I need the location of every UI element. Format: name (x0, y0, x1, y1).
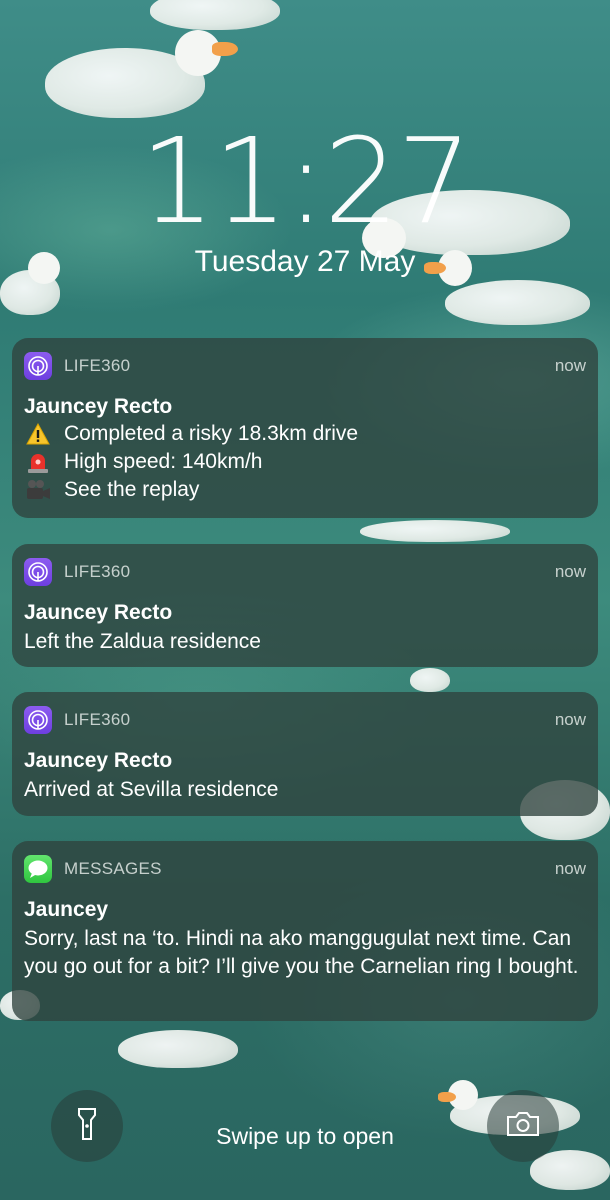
camera-button[interactable] (487, 1090, 559, 1162)
notification-line: High speed: 140km/h (24, 448, 586, 476)
messages-icon (24, 855, 52, 883)
notification-header: LIFE360 now (24, 352, 586, 380)
notification-life360-arrived-residence[interactable]: LIFE360 now Jauncey Recto Arrived at Sev… (12, 692, 598, 816)
notification-life360-risky-drive[interactable]: LIFE360 now Jauncey Recto Completed a ri… (12, 338, 598, 518)
notification-line: Completed a risky 18.3km drive (24, 420, 586, 448)
notification-time: now (554, 562, 586, 581)
life360-icon (24, 706, 52, 734)
notification-header: LIFE360 now (24, 706, 586, 734)
camera-icon (505, 1110, 541, 1143)
notification-messages-jauncey[interactable]: MESSAGES now Jauncey Sorry, last na ‘to.… (12, 841, 598, 1021)
video-camera-icon (24, 478, 52, 502)
notification-sender: Jauncey (24, 898, 109, 921)
lock-screen-date: Tuesday 27 May (194, 245, 416, 278)
notification-time: now (554, 859, 586, 878)
notification-line-text: High speed: 140km/h (64, 450, 263, 473)
notification-line-text: Completed a risky 18.3km drive (64, 422, 359, 445)
notification-header: MESSAGES now (24, 855, 586, 883)
notification-app-name: LIFE360 (64, 562, 131, 581)
notification-sender: Jauncey Recto (24, 749, 173, 772)
notification-message: Left the Zaldua residence (24, 630, 261, 653)
life360-icon (24, 352, 52, 380)
notification-time: now (554, 710, 586, 729)
notification-sender: Jauncey Recto (24, 395, 173, 418)
siren-icon (24, 450, 52, 474)
notification-header: LIFE360 now (24, 558, 586, 586)
notification-app-name: MESSAGES (64, 859, 162, 878)
notification-message: Arrived at Sevilla residence (24, 778, 279, 801)
lock-screen-clock: 11:27 (139, 112, 472, 250)
notification-app-name: LIFE360 (64, 356, 131, 375)
notification-time: now (554, 356, 586, 375)
warning-icon (24, 422, 52, 446)
notification-sender: Jauncey Recto (24, 601, 173, 624)
notification-app-name: LIFE360 (64, 710, 131, 729)
notification-life360-left-residence[interactable]: LIFE360 now Jauncey Recto Left the Zaldu… (12, 544, 598, 667)
notification-line: See the replay (24, 476, 586, 504)
notification-line-text: See the replay (64, 478, 200, 501)
life360-icon (24, 558, 52, 586)
notification-message: Sorry, last na ‘to. Hindi na ako manggug… (24, 927, 579, 978)
